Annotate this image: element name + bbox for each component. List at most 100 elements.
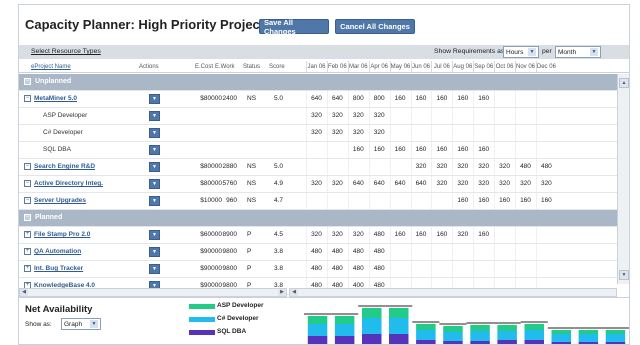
month-value-cell[interactable]: 320: [306, 227, 326, 243]
month-value-cell[interactable]: 640: [326, 91, 347, 107]
month-value-cell[interactable]: 160: [410, 91, 431, 107]
month-value-cell[interactable]: [306, 142, 326, 158]
project-name-link[interactable]: Active Directory Integ.: [34, 180, 103, 187]
month-value-cell[interactable]: [306, 193, 326, 209]
month-value-cell[interactable]: 480: [306, 261, 326, 277]
month-value-cell[interactable]: [535, 261, 556, 277]
month-value-cell[interactable]: [452, 261, 472, 277]
month-value-cell[interactable]: 320: [452, 176, 472, 192]
collapse-icon[interactable]: −: [24, 95, 31, 102]
month-value-cell[interactable]: 160: [389, 142, 410, 158]
month-value-cell[interactable]: [389, 108, 410, 124]
month-value-cell[interactable]: [347, 193, 368, 209]
month-value-cell[interactable]: 320: [368, 125, 389, 141]
month-value-cell[interactable]: 160: [410, 142, 431, 158]
month-value-cell[interactable]: [389, 244, 410, 260]
month-value-cell[interactable]: 160: [347, 142, 368, 158]
month-value-cell[interactable]: 160: [473, 193, 493, 209]
month-value-cell[interactable]: [431, 125, 451, 141]
unit-select[interactable]: Hours ▼: [503, 46, 539, 58]
month-value-cell[interactable]: 160: [431, 91, 451, 107]
month-value-cell[interactable]: 160: [389, 91, 410, 107]
month-value-cell[interactable]: 160: [368, 142, 389, 158]
month-value-cell[interactable]: 160: [452, 193, 472, 209]
month-value-cell[interactable]: [368, 193, 389, 209]
project-name-link[interactable]: Search Engine R&D: [34, 163, 95, 170]
left-horizontal-scrollbar[interactable]: ◀ ▶: [19, 288, 287, 297]
month-value-cell[interactable]: 320: [473, 159, 493, 175]
month-value-cell[interactable]: [452, 125, 472, 141]
month-value-cell[interactable]: [494, 244, 514, 260]
actions-dropdown-button[interactable]: ▼: [149, 94, 160, 104]
month-value-cell[interactable]: [410, 108, 431, 124]
month-value-cell[interactable]: [389, 159, 410, 175]
month-value-cell[interactable]: 160: [452, 142, 472, 158]
month-value-cell[interactable]: 320: [494, 176, 514, 192]
actions-dropdown-button[interactable]: ▼: [149, 230, 160, 240]
month-value-cell[interactable]: [473, 244, 493, 260]
month-value-cell[interactable]: 640: [347, 176, 368, 192]
month-value-cell[interactable]: [515, 142, 535, 158]
month-value-cell[interactable]: 320: [410, 159, 431, 175]
month-value-cell[interactable]: [494, 91, 514, 107]
actions-dropdown-button[interactable]: ▼: [149, 128, 160, 138]
month-value-cell[interactable]: 160: [473, 91, 493, 107]
actions-dropdown-button[interactable]: ▼: [149, 111, 160, 121]
month-value-cell[interactable]: [306, 159, 326, 175]
month-value-cell[interactable]: 320: [473, 176, 493, 192]
month-value-cell[interactable]: 320: [535, 176, 556, 192]
actions-dropdown-button[interactable]: ▼: [149, 264, 160, 274]
month-value-cell[interactable]: [452, 244, 472, 260]
month-value-cell[interactable]: 480: [368, 261, 389, 277]
month-value-cell[interactable]: [535, 108, 556, 124]
month-value-cell[interactable]: 320: [452, 227, 472, 243]
month-value-cell[interactable]: [515, 108, 535, 124]
month-value-cell[interactable]: 800: [368, 91, 389, 107]
month-value-cell[interactable]: [535, 227, 556, 243]
project-name-link[interactable]: Server Upgrades: [34, 197, 86, 204]
month-value-cell[interactable]: 480: [347, 244, 368, 260]
month-value-cell[interactable]: 160: [452, 91, 472, 107]
month-value-cell[interactable]: [410, 125, 431, 141]
expand-icon[interactable]: +: [24, 248, 31, 255]
month-value-cell[interactable]: 320: [326, 227, 347, 243]
month-value-cell[interactable]: 160: [494, 193, 514, 209]
month-value-cell[interactable]: 320: [431, 176, 451, 192]
month-value-cell[interactable]: 640: [368, 176, 389, 192]
month-value-cell[interactable]: 320: [326, 108, 347, 124]
month-value-cell[interactable]: 640: [389, 176, 410, 192]
period-select[interactable]: Month ▼: [555, 46, 601, 58]
month-value-cell[interactable]: 320: [452, 159, 472, 175]
month-value-cell[interactable]: [389, 125, 410, 141]
month-value-cell[interactable]: 800: [347, 91, 368, 107]
month-value-cell[interactable]: 480: [535, 159, 556, 175]
right-horizontal-scrollbar[interactable]: ◀: [289, 288, 617, 297]
month-value-cell[interactable]: 160: [431, 142, 451, 158]
month-value-cell[interactable]: [515, 91, 535, 107]
project-name-link[interactable]: Int. Bug Tracker: [34, 265, 83, 272]
month-value-cell[interactable]: [535, 142, 556, 158]
month-value-cell[interactable]: 320: [347, 108, 368, 124]
month-value-cell[interactable]: [389, 193, 410, 209]
collapse-icon[interactable]: −: [24, 197, 31, 204]
month-value-cell[interactable]: 320: [306, 125, 326, 141]
month-value-cell[interactable]: [410, 244, 431, 260]
month-value-cell[interactable]: [494, 142, 514, 158]
month-value-cell[interactable]: 160: [389, 227, 410, 243]
month-value-cell[interactable]: 480: [368, 227, 389, 243]
month-value-cell[interactable]: 640: [306, 91, 326, 107]
month-value-cell[interactable]: [515, 227, 535, 243]
collapse-icon[interactable]: −: [24, 78, 31, 85]
month-value-cell[interactable]: 320: [306, 176, 326, 192]
month-value-cell[interactable]: 640: [410, 176, 431, 192]
month-value-cell[interactable]: [410, 193, 431, 209]
month-value-cell[interactable]: 160: [515, 193, 535, 209]
month-value-cell[interactable]: 320: [326, 125, 347, 141]
month-value-cell[interactable]: 320: [306, 108, 326, 124]
collapse-icon[interactable]: −: [24, 163, 31, 170]
vertical-scrollbar[interactable]: ▲ ▼: [617, 74, 629, 284]
month-value-cell[interactable]: [515, 125, 535, 141]
month-value-cell[interactable]: 160: [473, 227, 493, 243]
month-value-cell[interactable]: [473, 108, 493, 124]
save-all-changes-button[interactable]: Save All Changes: [259, 18, 329, 36]
